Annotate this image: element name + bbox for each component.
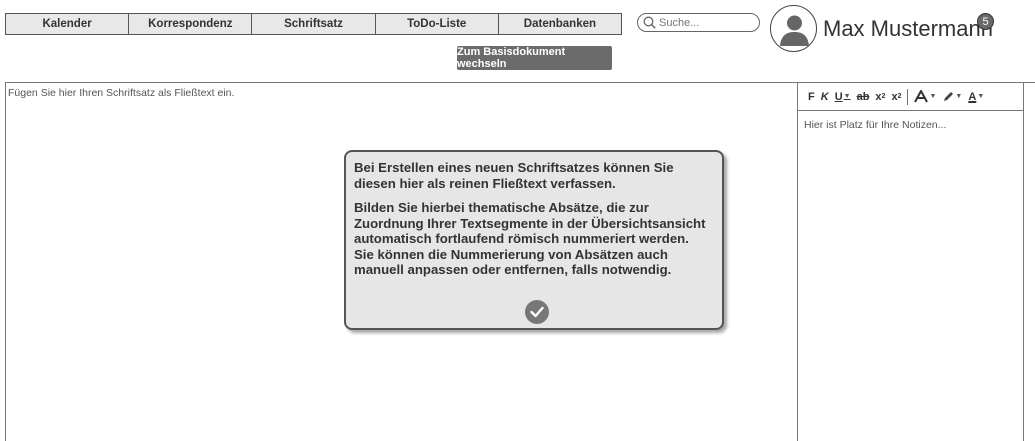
avatar[interactable]	[770, 5, 817, 52]
text-color-label: A	[968, 90, 977, 103]
superscript-mark: 2	[897, 93, 902, 100]
subscript-mark: 2	[881, 93, 886, 100]
underline-label: U	[834, 90, 843, 103]
switch-to-base-document-button[interactable]: Zum Basisdokument wechseln	[457, 46, 612, 70]
superscript-button[interactable]: x2	[891, 91, 901, 103]
nav-item-kalender[interactable]: Kalender	[6, 14, 130, 34]
editor-placeholder: Fügen Sie hier Ihren Schriftsatz als Fli…	[8, 87, 235, 99]
text-color-button[interactable]: A ▼	[968, 91, 984, 103]
nav-item-schriftsatz[interactable]: Schriftsatz	[252, 14, 376, 34]
search-input[interactable]	[659, 16, 754, 29]
dialog-paragraph-3: Sie können die Nummerierung von Absätzen…	[354, 246, 672, 278]
user-icon	[780, 15, 809, 46]
notes-placeholder: Hier ist Platz für Ihre Notizen...	[804, 119, 947, 131]
notes-panel: F K U ▼ ab x2 x2 ▼ ▼ A ▼ Hier ist Platz f…	[797, 83, 1024, 441]
checkmark-icon	[530, 306, 544, 318]
nav-item-datenbanken[interactable]: Datenbanken	[499, 14, 621, 34]
notes-editor[interactable]: Hier ist Platz für Ihre Notizen...	[798, 111, 1023, 139]
bold-button[interactable]: F	[808, 91, 815, 103]
main-nav: Kalender Korrespondenz Schriftsatz ToDo-…	[5, 13, 622, 35]
confirm-button[interactable]	[525, 300, 549, 324]
subscript-button[interactable]: x2	[875, 91, 885, 103]
chevron-down-icon: ▼	[955, 93, 963, 100]
info-dialog: Bei Erstellen eines neuen Schriftsatzes …	[344, 150, 724, 330]
search-icon[interactable]	[642, 16, 656, 30]
notification-badge[interactable]: 5	[977, 13, 994, 30]
chevron-down-icon: ▼	[977, 93, 985, 100]
italic-button[interactable]: K	[821, 91, 829, 103]
pen-icon	[944, 91, 954, 101]
underline-button[interactable]: U ▼	[835, 91, 851, 103]
chevron-down-icon: ▼	[843, 93, 851, 100]
nav-item-korrespondenz[interactable]: Korrespondenz	[129, 14, 253, 34]
toolbar-divider	[907, 88, 909, 105]
nav-item-todo-liste[interactable]: ToDo-Liste	[376, 14, 499, 34]
chevron-down-icon: ▼	[929, 93, 937, 100]
strikethrough-button[interactable]: ab	[857, 91, 870, 103]
user-name[interactable]: Max Mustermann	[823, 16, 993, 42]
font-outline-icon	[914, 90, 929, 103]
font-style-button[interactable]: ▼	[914, 90, 936, 103]
dialog-paragraph-2: Bilden Sie hierbei thematische Absätze, …	[354, 200, 706, 246]
search-box	[637, 13, 760, 32]
highlight-button[interactable]: ▼	[942, 91, 962, 103]
notes-toolbar: F K U ▼ ab x2 x2 ▼ ▼ A ▼	[798, 83, 1023, 111]
dialog-paragraph-1: Bei Erstellen eines neuen Schriftsatzes …	[354, 160, 674, 191]
